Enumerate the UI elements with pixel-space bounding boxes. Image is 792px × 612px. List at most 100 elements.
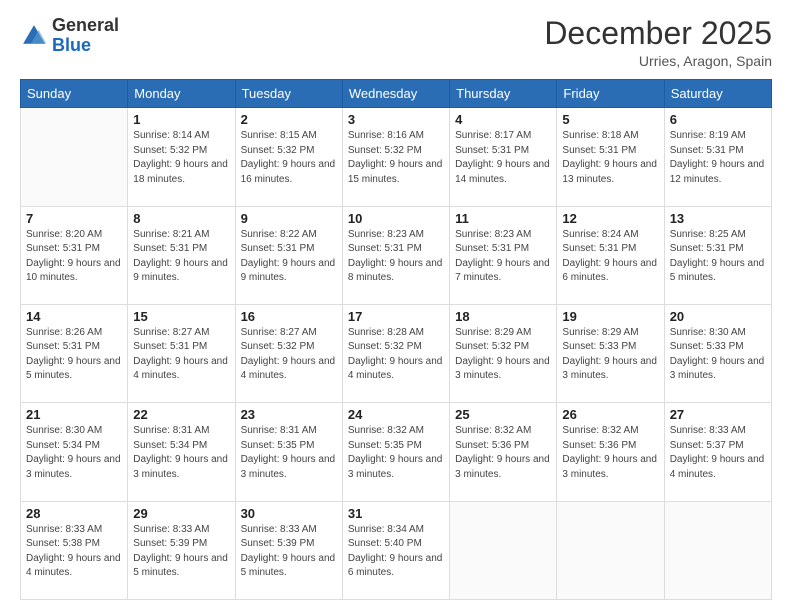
day-number: 23	[241, 407, 337, 422]
day-number: 4	[455, 112, 551, 127]
day-info: Sunrise: 8:34 AMSunset: 5:40 PMDaylight:…	[348, 523, 444, 581]
calendar-cell	[664, 501, 771, 599]
calendar: Sunday Monday Tuesday Wednesday Thursday…	[20, 79, 772, 600]
day-number: 12	[562, 211, 658, 226]
day-info: Sunrise: 8:24 AMSunset: 5:31 PMDaylight:…	[562, 228, 658, 286]
calendar-cell: 5Sunrise: 8:18 AMSunset: 5:31 PMDaylight…	[557, 108, 664, 206]
day-info: Sunrise: 8:32 AMSunset: 5:36 PMDaylight:…	[562, 424, 658, 482]
day-info: Sunrise: 8:32 AMSunset: 5:36 PMDaylight:…	[455, 424, 551, 482]
day-number: 13	[670, 211, 766, 226]
day-number: 9	[241, 211, 337, 226]
day-info: Sunrise: 8:31 AMSunset: 5:35 PMDaylight:…	[241, 424, 337, 482]
calendar-cell: 11Sunrise: 8:23 AMSunset: 5:31 PMDayligh…	[450, 206, 557, 304]
calendar-cell: 3 Sunrise: 8:16 AMSunset: 5:32 PMDaylight…	[342, 108, 449, 206]
calendar-cell: 2 Sunrise: 8:15 AMSunset: 5:32 PMDaylight…	[235, 108, 342, 206]
calendar-cell: 20 Sunrise: 8:30 AMSunset: 5:33 PMDayligh…	[664, 304, 771, 402]
day-number: 17	[348, 309, 444, 324]
day-number: 19	[562, 309, 658, 324]
day-info: Sunrise: 8:27 AMSunset: 5:31 PMDaylight:…	[133, 326, 229, 384]
header-monday: Monday	[128, 80, 235, 108]
calendar-cell: 23 Sunrise: 8:31 AMSunset: 5:35 PMDayligh…	[235, 403, 342, 501]
day-info: Sunrise: 8:29 AMSunset: 5:33 PMDaylight:…	[562, 326, 658, 384]
calendar-week-2: 14 Sunrise: 8:26 AMSunset: 5:31 PMDayligh…	[21, 304, 772, 402]
calendar-cell	[21, 108, 128, 206]
calendar-week-1: 7Sunrise: 8:20 AMSunset: 5:31 PMDaylight…	[21, 206, 772, 304]
logo-text: General Blue	[52, 16, 119, 56]
calendar-cell: 31 Sunrise: 8:34 AMSunset: 5:40 PMDayligh…	[342, 501, 449, 599]
calendar-week-0: 1 Sunrise: 8:14 AMSunset: 5:32 PMDaylight…	[21, 108, 772, 206]
day-number: 20	[670, 309, 766, 324]
day-number: 2	[241, 112, 337, 127]
day-info: Sunrise: 8:26 AMSunset: 5:31 PMDaylight:…	[26, 326, 122, 384]
day-info: Sunrise: 8:33 AMSunset: 5:39 PMDaylight:…	[241, 523, 337, 581]
header-thursday: Thursday	[450, 80, 557, 108]
calendar-cell	[557, 501, 664, 599]
day-info: Sunrise: 8:31 AMSunset: 5:34 PMDaylight:…	[133, 424, 229, 482]
day-number: 3	[348, 112, 444, 127]
calendar-cell: 9 Sunrise: 8:22 AMSunset: 5:31 PMDaylight…	[235, 206, 342, 304]
day-number: 25	[455, 407, 551, 422]
day-number: 11	[455, 211, 551, 226]
calendar-week-3: 21Sunrise: 8:30 AMSunset: 5:34 PMDayligh…	[21, 403, 772, 501]
day-number: 15	[133, 309, 229, 324]
calendar-cell: 6 Sunrise: 8:19 AMSunset: 5:31 PMDaylight…	[664, 108, 771, 206]
calendar-cell: 12 Sunrise: 8:24 AMSunset: 5:31 PMDayligh…	[557, 206, 664, 304]
calendar-cell: 30 Sunrise: 8:33 AMSunset: 5:39 PMDayligh…	[235, 501, 342, 599]
day-number: 24	[348, 407, 444, 422]
title-section: December 2025 Urries, Aragon, Spain	[544, 16, 772, 69]
calendar-cell: 25 Sunrise: 8:32 AMSunset: 5:36 PMDayligh…	[450, 403, 557, 501]
day-info: Sunrise: 8:33 AMSunset: 5:37 PMDaylight:…	[670, 424, 766, 482]
day-number: 27	[670, 407, 766, 422]
day-number: 7	[26, 211, 122, 226]
day-number: 5	[562, 112, 658, 127]
logo-icon	[20, 22, 48, 50]
day-number: 26	[562, 407, 658, 422]
calendar-cell: 4 Sunrise: 8:17 AMSunset: 5:31 PMDaylight…	[450, 108, 557, 206]
calendar-cell: 27 Sunrise: 8:33 AMSunset: 5:37 PMDayligh…	[664, 403, 771, 501]
calendar-cell: 21Sunrise: 8:30 AMSunset: 5:34 PMDayligh…	[21, 403, 128, 501]
day-info: Sunrise: 8:15 AMSunset: 5:32 PMDaylight:…	[241, 129, 337, 187]
day-info: Sunrise: 8:27 AMSunset: 5:32 PMDaylight:…	[241, 326, 337, 384]
day-info: Sunrise: 8:14 AMSunset: 5:32 PMDaylight:…	[133, 129, 229, 187]
day-number: 31	[348, 506, 444, 521]
day-info: Sunrise: 8:16 AMSunset: 5:32 PMDaylight:…	[348, 129, 444, 187]
calendar-cell: 15 Sunrise: 8:27 AMSunset: 5:31 PMDayligh…	[128, 304, 235, 402]
calendar-cell: 1 Sunrise: 8:14 AMSunset: 5:32 PMDaylight…	[128, 108, 235, 206]
day-info: Sunrise: 8:19 AMSunset: 5:31 PMDaylight:…	[670, 129, 766, 187]
header: General Blue December 2025 Urries, Arago…	[20, 16, 772, 69]
header-tuesday: Tuesday	[235, 80, 342, 108]
calendar-cell: 7Sunrise: 8:20 AMSunset: 5:31 PMDaylight…	[21, 206, 128, 304]
calendar-cell: 18 Sunrise: 8:29 AMSunset: 5:32 PMDayligh…	[450, 304, 557, 402]
header-saturday: Saturday	[664, 80, 771, 108]
day-number: 14	[26, 309, 122, 324]
calendar-body: 1 Sunrise: 8:14 AMSunset: 5:32 PMDaylight…	[21, 108, 772, 600]
logo-blue: Blue	[52, 35, 91, 55]
day-info: Sunrise: 8:17 AMSunset: 5:31 PMDaylight:…	[455, 129, 551, 187]
weekday-header-row: Sunday Monday Tuesday Wednesday Thursday…	[21, 80, 772, 108]
day-number: 28	[26, 506, 122, 521]
calendar-cell: 19 Sunrise: 8:29 AMSunset: 5:33 PMDayligh…	[557, 304, 664, 402]
calendar-cell: 28Sunrise: 8:33 AMSunset: 5:38 PMDayligh…	[21, 501, 128, 599]
day-number: 29	[133, 506, 229, 521]
calendar-cell: 17Sunrise: 8:28 AMSunset: 5:32 PMDayligh…	[342, 304, 449, 402]
day-number: 30	[241, 506, 337, 521]
calendar-cell: 22Sunrise: 8:31 AMSunset: 5:34 PMDayligh…	[128, 403, 235, 501]
calendar-cell: 8Sunrise: 8:21 AMSunset: 5:31 PMDaylight…	[128, 206, 235, 304]
calendar-week-4: 28Sunrise: 8:33 AMSunset: 5:38 PMDayligh…	[21, 501, 772, 599]
day-number: 1	[133, 112, 229, 127]
day-info: Sunrise: 8:29 AMSunset: 5:32 PMDaylight:…	[455, 326, 551, 384]
day-number: 18	[455, 309, 551, 324]
header-sunday: Sunday	[21, 80, 128, 108]
day-info: Sunrise: 8:22 AMSunset: 5:31 PMDaylight:…	[241, 228, 337, 286]
day-number: 6	[670, 112, 766, 127]
day-number: 8	[133, 211, 229, 226]
day-info: Sunrise: 8:30 AMSunset: 5:33 PMDaylight:…	[670, 326, 766, 384]
day-info: Sunrise: 8:23 AMSunset: 5:31 PMDaylight:…	[348, 228, 444, 286]
calendar-cell	[450, 501, 557, 599]
calendar-cell: 29Sunrise: 8:33 AMSunset: 5:39 PMDayligh…	[128, 501, 235, 599]
day-info: Sunrise: 8:32 AMSunset: 5:35 PMDaylight:…	[348, 424, 444, 482]
header-friday: Friday	[557, 80, 664, 108]
calendar-cell: 14 Sunrise: 8:26 AMSunset: 5:31 PMDayligh…	[21, 304, 128, 402]
calendar-cell: 16Sunrise: 8:27 AMSunset: 5:32 PMDayligh…	[235, 304, 342, 402]
calendar-cell: 26 Sunrise: 8:32 AMSunset: 5:36 PMDayligh…	[557, 403, 664, 501]
